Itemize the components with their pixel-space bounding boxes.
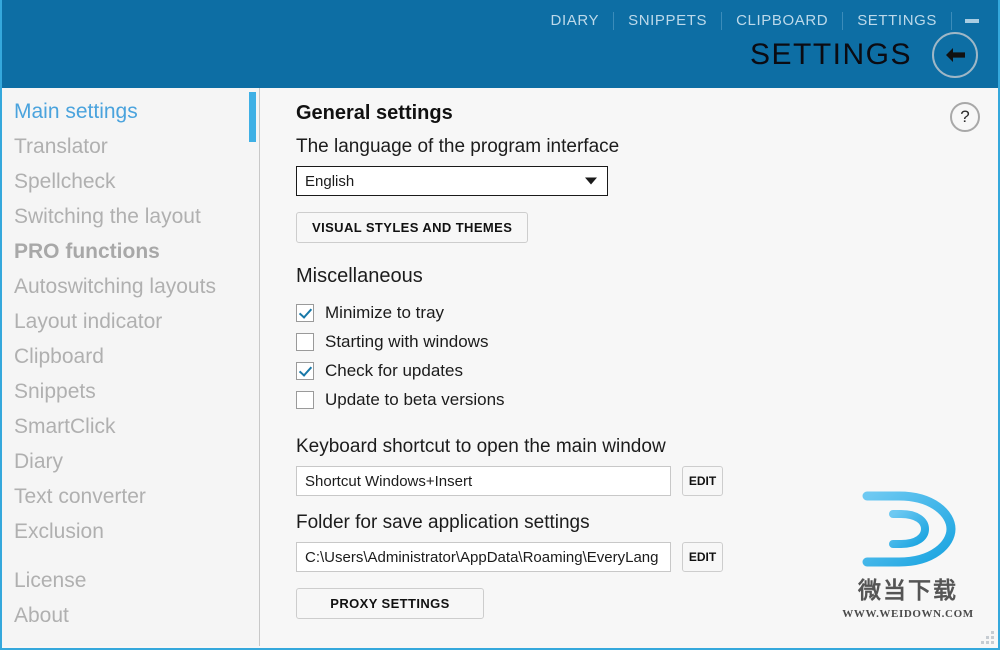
sidebar-scrollbar-track[interactable] bbox=[249, 88, 256, 646]
sidebar-item-switching-the-layout[interactable]: Switching the layout bbox=[2, 199, 259, 234]
checkbox-label-starting-with-windows: Starting with windows bbox=[325, 332, 488, 352]
resize-grip[interactable] bbox=[978, 628, 994, 644]
sidebar: Main settings Translator Spellcheck Swit… bbox=[2, 88, 260, 646]
checkbox-label-check-for-updates: Check for updates bbox=[325, 361, 463, 381]
nav-tab-settings[interactable]: SETTINGS bbox=[843, 8, 951, 34]
sidebar-item-smartclick[interactable]: SmartClick bbox=[2, 409, 259, 444]
page-title: SETTINGS bbox=[750, 38, 912, 72]
content-panel: ? General settings The language of the p… bbox=[261, 88, 998, 646]
folder-label: Folder for save application settings bbox=[296, 512, 998, 534]
sidebar-item-main-settings[interactable]: Main settings bbox=[2, 94, 259, 129]
shortcut-edit-button[interactable]: EDIT bbox=[682, 466, 723, 496]
section-title: General settings bbox=[296, 102, 998, 125]
checkbox-row-check-for-updates[interactable]: Check for updates bbox=[296, 356, 998, 385]
checkbox-update-to-beta-versions[interactable] bbox=[296, 391, 314, 409]
chevron-down-icon bbox=[585, 178, 597, 185]
sidebar-item-pro-functions[interactable]: PRO functions bbox=[2, 234, 259, 269]
sidebar-item-layout-indicator[interactable]: Layout indicator bbox=[2, 304, 259, 339]
sidebar-item-spellcheck[interactable]: Spellcheck bbox=[2, 164, 259, 199]
folder-row: EDIT bbox=[296, 542, 998, 572]
back-arrow-icon bbox=[942, 45, 968, 65]
nav-tab-snippets[interactable]: SNIPPETS bbox=[614, 8, 721, 34]
folder-edit-button[interactable]: EDIT bbox=[682, 542, 723, 572]
language-label: The language of the program interface bbox=[296, 136, 998, 158]
sidebar-item-about[interactable]: About bbox=[2, 598, 259, 633]
language-select[interactable]: English bbox=[296, 166, 608, 196]
sidebar-item-snippets[interactable]: Snippets bbox=[2, 374, 259, 409]
shortcut-input[interactable] bbox=[296, 466, 671, 496]
checkbox-minimize-to-tray[interactable] bbox=[296, 304, 314, 322]
sidebar-scrollbar-thumb[interactable] bbox=[249, 92, 256, 142]
sidebar-item-exclusion[interactable]: Exclusion bbox=[2, 514, 259, 549]
title-row: SETTINGS bbox=[750, 32, 978, 78]
checkbox-label-update-to-beta-versions: Update to beta versions bbox=[325, 390, 505, 410]
sidebar-item-text-converter[interactable]: Text converter bbox=[2, 479, 259, 514]
visual-styles-button[interactable]: VISUAL STYLES AND THEMES bbox=[296, 212, 528, 243]
shortcut-label: Keyboard shortcut to open the main windo… bbox=[296, 436, 998, 458]
checkbox-check-for-updates[interactable] bbox=[296, 362, 314, 380]
sidebar-item-license[interactable]: License bbox=[2, 563, 259, 598]
application-window: DIARY SNIPPETS CLIPBOARD SETTINGS SETTIN… bbox=[0, 0, 1000, 650]
checkbox-label-minimize-to-tray: Minimize to tray bbox=[325, 303, 444, 323]
language-select-value: English bbox=[305, 173, 354, 190]
folder-input[interactable] bbox=[296, 542, 671, 572]
nav-tabs: DIARY SNIPPETS CLIPBOARD SETTINGS bbox=[537, 8, 992, 34]
minimize-button[interactable] bbox=[952, 8, 992, 34]
checkbox-starting-with-windows[interactable] bbox=[296, 333, 314, 351]
nav-tab-clipboard[interactable]: CLIPBOARD bbox=[722, 8, 842, 34]
help-icon[interactable]: ? bbox=[950, 102, 980, 132]
shortcut-row: EDIT bbox=[296, 466, 998, 496]
proxy-settings-button[interactable]: PROXY SETTINGS bbox=[296, 588, 484, 619]
sidebar-item-clipboard[interactable]: Clipboard bbox=[2, 339, 259, 374]
minimize-icon bbox=[965, 19, 979, 23]
back-button[interactable] bbox=[932, 32, 978, 78]
sidebar-item-autoswitching-layouts[interactable]: Autoswitching layouts bbox=[2, 269, 259, 304]
nav-tab-diary[interactable]: DIARY bbox=[537, 8, 614, 34]
miscellaneous-title: Miscellaneous bbox=[296, 265, 998, 288]
checkbox-row-minimize-to-tray[interactable]: Minimize to tray bbox=[296, 298, 998, 327]
sidebar-item-translator[interactable]: Translator bbox=[2, 129, 259, 164]
checkbox-row-update-to-beta-versions[interactable]: Update to beta versions bbox=[296, 385, 998, 414]
title-bar: DIARY SNIPPETS CLIPBOARD SETTINGS SETTIN… bbox=[0, 0, 1000, 88]
sidebar-item-diary[interactable]: Diary bbox=[2, 444, 259, 479]
checkbox-row-starting-with-windows[interactable]: Starting with windows bbox=[296, 327, 998, 356]
